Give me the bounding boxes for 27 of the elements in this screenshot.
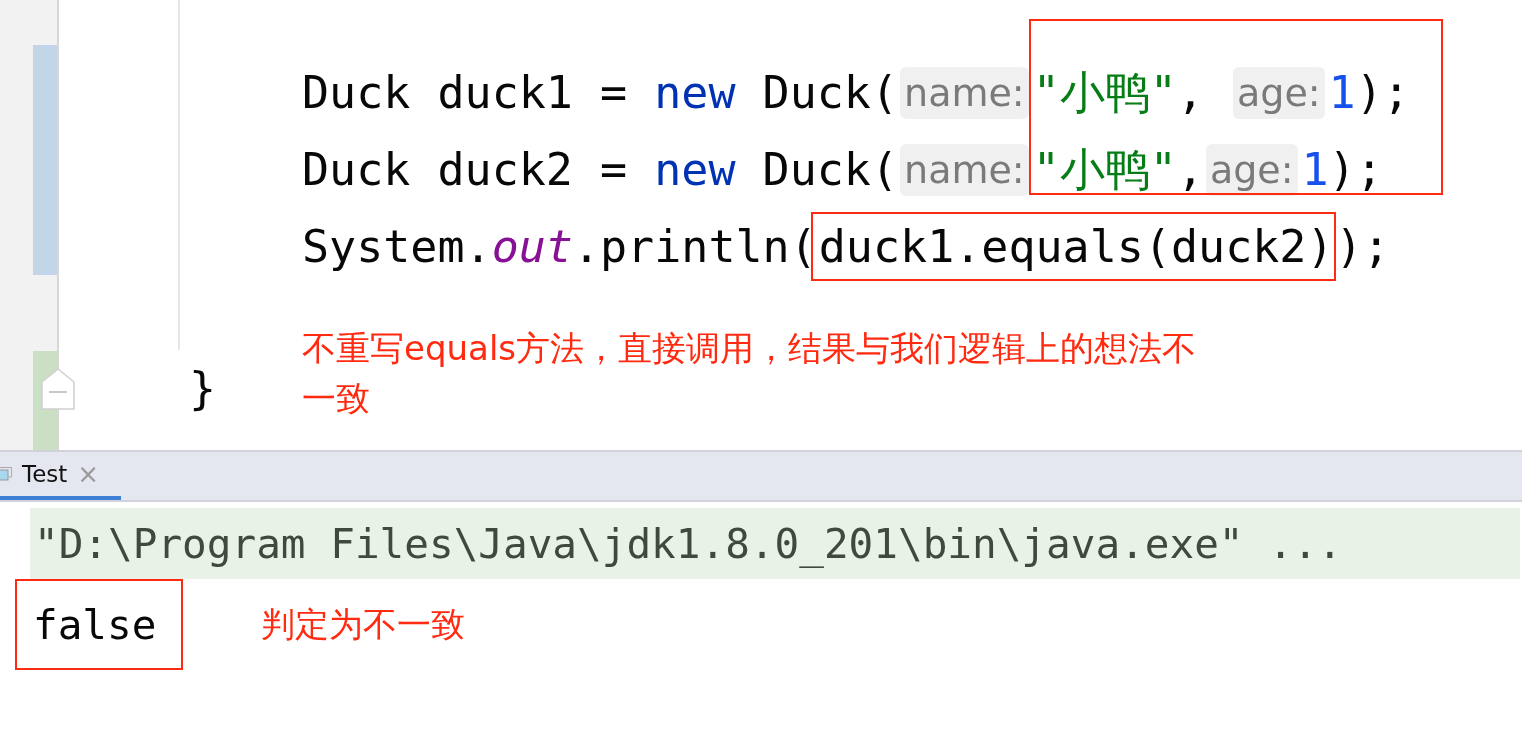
code-text: }: [189, 362, 217, 415]
parameter-hint: age:: [1233, 66, 1325, 119]
number-literal: 1: [1301, 143, 1329, 196]
code-text: ,: [1176, 143, 1204, 196]
parameter-hint: name:: [900, 66, 1029, 119]
static-field: out: [491, 220, 573, 273]
code-text: );: [1328, 143, 1383, 196]
code-text: );: [1355, 66, 1410, 119]
code-text: Duck duck2 =: [302, 143, 629, 196]
string-literal: "小鸭": [1032, 64, 1177, 121]
run-tab[interactable]: Test ×: [0, 452, 122, 500]
code-text: Duck(: [761, 143, 899, 196]
annotation-text: 不重写equals方法，直接调用，结果与我们逻辑上的想法不一致: [302, 327, 1198, 420]
keyword: new: [654, 66, 736, 119]
highlighted-code: duck1.equals(duck2): [810, 212, 1336, 281]
parameter-hint: age:: [1205, 143, 1298, 196]
parameter-hint: name:: [900, 143, 1029, 196]
code-text: System.: [302, 220, 492, 273]
code-text: ,: [1176, 66, 1205, 119]
annotation-text: 判定为不一致: [261, 602, 465, 646]
console-output: false: [15, 579, 183, 670]
number-literal: 1: [1328, 66, 1356, 119]
code-text: Duck(: [761, 66, 899, 119]
code-text: Duck duck1 =: [302, 66, 629, 119]
code-text: );: [1335, 220, 1390, 273]
keyword: new: [654, 143, 736, 196]
string-literal: "小鸭": [1032, 141, 1177, 198]
